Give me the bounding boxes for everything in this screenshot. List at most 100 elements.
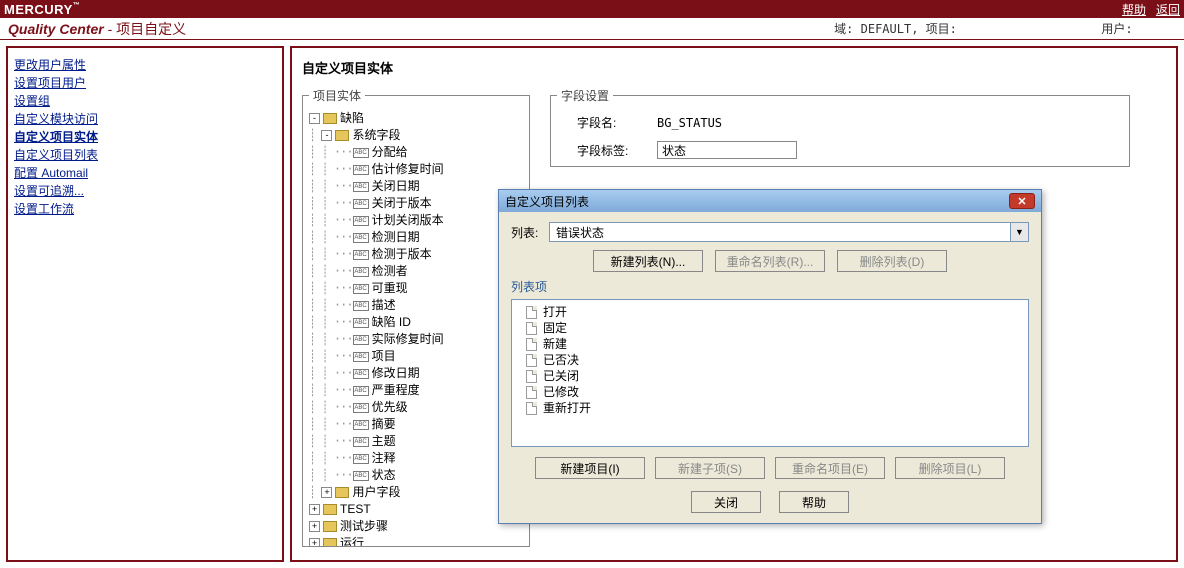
new-list-button[interactable]: 新建列表(N)... — [593, 250, 703, 272]
field-icon: ABC — [353, 437, 369, 447]
tree-field-15[interactable]: ┊ ┊ ···ABC优先级 — [309, 399, 523, 416]
list-item-6[interactable]: 重新打开 — [516, 400, 1024, 416]
field-legend: 字段设置 — [557, 87, 613, 104]
back-link[interactable]: 返回 — [1156, 1, 1180, 18]
list-select-input[interactable] — [549, 222, 1011, 242]
tree-field-16[interactable]: ┊ ┊ ···ABC摘要 — [309, 416, 523, 433]
new-item-button[interactable]: 新建项目(I) — [535, 457, 645, 479]
list-item-2[interactable]: 新建 — [516, 336, 1024, 352]
field-name-value: BG_STATUS — [657, 116, 722, 130]
sidebar-item-4[interactable]: 自定义项目实体 — [14, 128, 276, 146]
field-icon: ABC — [353, 420, 369, 430]
tree-field-8[interactable]: ┊ ┊ ···ABC可重现 — [309, 280, 523, 297]
sidebar-item-6[interactable]: 配置 Automail — [14, 164, 276, 182]
delete-item-button[interactable]: 删除项目(L) — [895, 457, 1005, 479]
field-icon: ABC — [353, 318, 369, 328]
dialog-titlebar[interactable]: 自定义项目列表 ✕ — [499, 190, 1041, 212]
field-icon: ABC — [353, 199, 369, 209]
sidebar-item-3[interactable]: 自定义模块访问 — [14, 110, 276, 128]
tree-toggle-icon[interactable]: + — [309, 538, 320, 547]
sidebar-item-0[interactable]: 更改用户属性 — [14, 56, 276, 74]
document-icon — [526, 370, 537, 383]
field-icon: ABC — [353, 352, 369, 362]
folder-icon — [335, 130, 349, 141]
tree-field-1[interactable]: ┊ ┊ ···ABC估计修复时间 — [309, 161, 523, 178]
field-icon: ABC — [353, 386, 369, 396]
tree-sibling-2[interactable]: +运行 — [309, 535, 523, 547]
tree-field-17[interactable]: ┊ ┊ ···ABC主题 — [309, 433, 523, 450]
field-icon: ABC — [353, 403, 369, 413]
tree-field-9[interactable]: ┊ ┊ ···ABC描述 — [309, 297, 523, 314]
dialog-help-button[interactable]: 帮助 — [779, 491, 849, 513]
folder-icon — [335, 487, 349, 498]
rename-item-button[interactable]: 重命名项目(E) — [775, 457, 885, 479]
tree-field-13[interactable]: ┊ ┊ ···ABC修改日期 — [309, 365, 523, 382]
tree-field-10[interactable]: ┊ ┊ ···ABC缺陷 ID — [309, 314, 523, 331]
list-dropdown-button[interactable]: ▼ — [1011, 222, 1029, 242]
field-icon: ABC — [353, 284, 369, 294]
tree-field-14[interactable]: ┊ ┊ ···ABC严重程度 — [309, 382, 523, 399]
field-name-label: 字段名: — [577, 114, 657, 131]
list-item-1[interactable]: 固定 — [516, 320, 1024, 336]
dialog-close-footer-button[interactable]: 关闭 — [691, 491, 761, 513]
field-icon: ABC — [353, 471, 369, 481]
list-items-legend: 列表项 — [511, 280, 547, 294]
document-icon — [526, 354, 537, 367]
tree-legend: 项目实体 — [309, 87, 365, 104]
tree-field-6[interactable]: ┊ ┊ ···ABC检测于版本 — [309, 246, 523, 263]
delete-list-button[interactable]: 删除列表(D) — [837, 250, 947, 272]
close-icon: ✕ — [1017, 195, 1026, 208]
document-icon — [526, 402, 537, 415]
tree-toggle-icon[interactable]: + — [321, 487, 332, 498]
tree-field-18[interactable]: ┊ ┊ ···ABC注释 — [309, 450, 523, 467]
tree-field-12[interactable]: ┊ ┊ ···ABC项目 — [309, 348, 523, 365]
sidebar-item-2[interactable]: 设置组 — [14, 92, 276, 110]
tree-field-7[interactable]: ┊ ┊ ···ABC检测者 — [309, 263, 523, 280]
dialog-close-button[interactable]: ✕ — [1009, 193, 1035, 209]
tree-system-fields[interactable]: ┊ -系统字段 — [309, 127, 523, 144]
list-item-5[interactable]: 已修改 — [516, 384, 1024, 400]
app-name: Quality Center — [8, 21, 104, 37]
list-item-4[interactable]: 已关闭 — [516, 368, 1024, 384]
new-subitem-button[interactable]: 新建子项(S) — [655, 457, 765, 479]
project-label: 项目: — [926, 22, 957, 36]
field-icon: ABC — [353, 216, 369, 226]
sidebar-item-1[interactable]: 设置项目用户 — [14, 74, 276, 92]
field-label-label: 字段标签: — [577, 142, 657, 159]
help-link[interactable]: 帮助 — [1122, 1, 1146, 18]
list-items-box[interactable]: 打开固定新建已否决已关闭已修改重新打开 — [511, 299, 1029, 447]
tree-defect[interactable]: -缺陷 — [309, 110, 523, 127]
field-label-input[interactable] — [657, 141, 797, 159]
sidebar-item-8[interactable]: 设置工作流 — [14, 200, 276, 218]
sidebar-item-7[interactable]: 设置可追溯... — [14, 182, 276, 200]
list-item-0[interactable]: 打开 — [516, 304, 1024, 320]
tree-field-2[interactable]: ┊ ┊ ···ABC关闭日期 — [309, 178, 523, 195]
tree-field-3[interactable]: ┊ ┊ ···ABC关闭于版本 — [309, 195, 523, 212]
chevron-down-icon: ▼ — [1015, 227, 1024, 237]
field-icon: ABC — [353, 454, 369, 464]
entity-tree[interactable]: -缺陷┊ -系统字段┊ ┊ ···ABC分配给┊ ┊ ···ABC估计修复时间┊… — [309, 110, 523, 547]
tree-sibling-0[interactable]: +TEST — [309, 501, 523, 518]
tree-toggle-icon[interactable]: + — [309, 504, 320, 515]
folder-icon — [323, 113, 337, 124]
field-icon: ABC — [353, 335, 369, 345]
list-item-3[interactable]: 已否决 — [516, 352, 1024, 368]
tree-sibling-1[interactable]: +测试步骤 — [309, 518, 523, 535]
tree-field-4[interactable]: ┊ ┊ ···ABC计划关闭版本 — [309, 212, 523, 229]
tree-user-fields[interactable]: ┊ +用户字段 — [309, 484, 523, 501]
tree-field-11[interactable]: ┊ ┊ ···ABC实际修复时间 — [309, 331, 523, 348]
field-icon: ABC — [353, 267, 369, 277]
tree-field-0[interactable]: ┊ ┊ ···ABC分配给 — [309, 144, 523, 161]
user-label: 用户: — [1101, 22, 1132, 36]
rename-list-button[interactable]: 重命名列表(R)... — [715, 250, 825, 272]
tree-toggle-icon[interactable]: - — [309, 113, 320, 124]
brand-logo: MERCURY™ — [4, 2, 80, 17]
field-fieldset: 字段设置 字段名: BG_STATUS 字段标签: — [550, 87, 1130, 167]
sidebar-item-5[interactable]: 自定义项目列表 — [14, 146, 276, 164]
tree-field-19[interactable]: ┊ ┊ ···ABC状态 — [309, 467, 523, 484]
domain-label: 域: — [834, 22, 853, 36]
tree-field-5[interactable]: ┊ ┊ ···ABC检测日期 — [309, 229, 523, 246]
tree-toggle-icon[interactable]: - — [321, 130, 332, 141]
tree-toggle-icon[interactable]: + — [309, 521, 320, 532]
tree-fieldset: 项目实体 -缺陷┊ -系统字段┊ ┊ ···ABC分配给┊ ┊ ···ABC估计… — [302, 87, 530, 547]
